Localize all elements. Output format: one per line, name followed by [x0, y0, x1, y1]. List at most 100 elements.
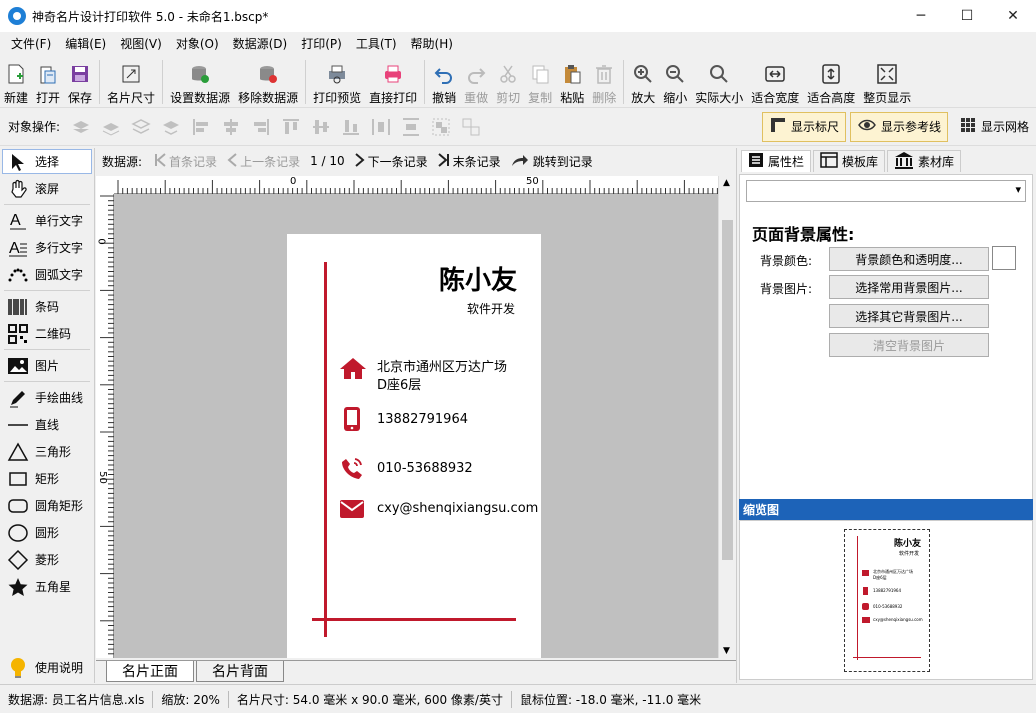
group-icon[interactable]	[430, 116, 452, 138]
tool-single-text[interactable]: A 单行文字	[0, 207, 94, 234]
align-top-icon[interactable]	[280, 116, 302, 138]
distribute-v-icon[interactable]	[400, 116, 422, 138]
align-center-icon[interactable]	[220, 116, 242, 138]
tool-star[interactable]: 五角星	[0, 573, 94, 600]
menu-tools[interactable]: 工具(T)	[349, 32, 404, 56]
tool-diamond[interactable]: 菱形	[0, 546, 94, 573]
card-address-line1[interactable]: 北京市通州区万达广场	[377, 356, 507, 375]
menu-help[interactable]: 帮助(H)	[404, 32, 460, 56]
jump-record-button[interactable]: 跳转到记录	[511, 153, 593, 170]
tab-properties[interactable]: 属性栏	[741, 150, 812, 172]
canvas-vertical-scrollbar[interactable]: ▲ ▼	[718, 176, 735, 658]
delete-button[interactable]: 删除	[588, 56, 620, 108]
set-datasource-button[interactable]: 设置数据源	[166, 56, 234, 108]
bring-front-icon[interactable]	[70, 116, 92, 138]
align-left-icon[interactable]	[190, 116, 212, 138]
menu-print[interactable]: 打印(P)	[294, 32, 349, 56]
full-page-button[interactable]: 整页显示	[859, 56, 915, 108]
tool-rect[interactable]: 矩形	[0, 465, 94, 492]
menu-view[interactable]: 视图(V)	[113, 32, 169, 56]
vertical-ruler[interactable]: 0 50	[96, 194, 114, 658]
card-phone[interactable]: 010-53688932	[377, 461, 473, 476]
thumbnail-card[interactable]: 陈小友 软件开发 北京市通州区万达广场 D座6层 13882791964 010…	[844, 529, 930, 672]
show-ruler-toggle[interactable]: 显示标尺	[761, 111, 846, 142]
mobile-phone-icon[interactable]	[343, 406, 361, 435]
actual-size-button[interactable]: 实际大小	[691, 56, 747, 108]
distribute-h-icon[interactable]	[370, 116, 392, 138]
zoom-out-button[interactable]: 缩小	[659, 56, 691, 108]
save-button[interactable]: 保存	[64, 56, 96, 108]
tab-templates[interactable]: 模板库	[813, 150, 886, 172]
new-button[interactable]: 新建	[0, 56, 32, 108]
redo-button[interactable]: 重做	[460, 56, 492, 108]
tool-circle[interactable]: 圆形	[0, 519, 94, 546]
design-canvas[interactable]: 陈小友 软件开发 北京市通州区万达广场 D座6层 13882791964 010…	[114, 194, 718, 658]
send-backward-icon[interactable]	[160, 116, 182, 138]
tool-freehand[interactable]: 手绘曲线	[0, 384, 94, 411]
tool-image[interactable]: 图片	[0, 352, 94, 379]
cut-button[interactable]: 剪切	[492, 56, 524, 108]
show-grid-toggle[interactable]: 显示网格	[952, 112, 1036, 142]
menu-object[interactable]: 对象(O)	[169, 32, 226, 56]
card-vertical-bar[interactable]	[324, 262, 327, 637]
tab-card-front[interactable]: 名片正面	[106, 661, 194, 682]
tool-multi-text[interactable]: A 多行文字	[0, 234, 94, 261]
menu-edit[interactable]: 编辑(E)	[58, 32, 113, 56]
object-select-dropdown[interactable]	[746, 180, 1026, 202]
close-button[interactable]: ✕	[990, 0, 1036, 32]
open-button[interactable]: 打开	[32, 56, 64, 108]
home-icon[interactable]	[339, 356, 367, 383]
tool-select[interactable]: 选择	[2, 149, 92, 174]
scroll-up-arrow-icon[interactable]: ▲	[723, 178, 730, 188]
last-record-button[interactable]: 末条记录	[438, 152, 501, 170]
tool-round-rect[interactable]: 圆角矩形	[0, 492, 94, 519]
minimize-button[interactable]: ─	[898, 0, 944, 32]
clear-bg-image-button[interactable]: 清空背景图片	[829, 333, 989, 357]
common-bg-image-button[interactable]: 选择常用背景图片...	[829, 275, 989, 299]
card-email[interactable]: cxy@shenqixiangsu.com	[377, 501, 538, 516]
first-record-button[interactable]: 首条记录	[154, 152, 217, 170]
undo-button[interactable]: 撤销	[428, 56, 460, 108]
tab-assets[interactable]: 素材库	[887, 150, 962, 172]
send-back-icon[interactable]	[100, 116, 122, 138]
copy-button[interactable]: 复制	[524, 56, 556, 108]
bg-color-swatch[interactable]	[992, 246, 1016, 270]
card-job-title[interactable]: 软件开发	[427, 300, 515, 317]
direct-print-button[interactable]: 直接打印	[365, 56, 421, 108]
align-right-icon[interactable]	[250, 116, 272, 138]
card-size-button[interactable]: 名片尺寸	[103, 56, 159, 108]
menu-file[interactable]: 文件(F)	[4, 32, 58, 56]
zoom-in-button[interactable]: 放大	[627, 56, 659, 108]
card-address-line2[interactable]: D座6层	[377, 374, 421, 393]
show-guides-toggle[interactable]: 显示参考线	[849, 111, 948, 142]
card-name[interactable]: 陈小友	[427, 260, 517, 297]
print-preview-button[interactable]: 打印预览	[309, 56, 365, 108]
fit-width-button[interactable]: 适合宽度	[747, 56, 803, 108]
align-bottom-icon[interactable]	[340, 116, 362, 138]
card-mobile[interactable]: 13882791964	[377, 412, 468, 427]
prev-record-button[interactable]: 上一条记录	[227, 152, 300, 170]
tool-arc-text[interactable]: 圆弧文字	[0, 261, 94, 288]
tool-pan[interactable]: 滚屏	[0, 175, 94, 202]
card-horizontal-bar[interactable]	[312, 618, 516, 621]
fit-height-button[interactable]: 适合高度	[803, 56, 859, 108]
help-button[interactable]: 使用说明	[0, 654, 94, 681]
telephone-icon[interactable]	[340, 456, 364, 483]
tool-barcode[interactable]: 条码	[0, 293, 94, 320]
horizontal-ruler[interactable]: 0 50	[114, 176, 718, 194]
business-card[interactable]: 陈小友 软件开发 北京市通州区万达广场 D座6层 13882791964 010…	[287, 234, 541, 658]
remove-datasource-button[interactable]: 移除数据源	[234, 56, 302, 108]
tool-triangle[interactable]: 三角形	[0, 438, 94, 465]
maximize-button[interactable]: ☐	[944, 0, 990, 32]
tool-line[interactable]: 直线	[0, 411, 94, 438]
ungroup-icon[interactable]	[460, 116, 482, 138]
align-middle-icon[interactable]	[310, 116, 332, 138]
email-icon[interactable]	[339, 499, 365, 522]
bg-color-button[interactable]: 背景颜色和透明度...	[829, 247, 989, 271]
tool-qrcode[interactable]: 二维码	[0, 320, 94, 347]
other-bg-image-button[interactable]: 选择其它背景图片...	[829, 304, 989, 328]
scroll-thumb[interactable]	[722, 220, 733, 560]
paste-button[interactable]: 粘贴	[556, 56, 588, 108]
next-record-button[interactable]: 下一条记录	[355, 152, 428, 170]
bring-forward-icon[interactable]	[130, 116, 152, 138]
